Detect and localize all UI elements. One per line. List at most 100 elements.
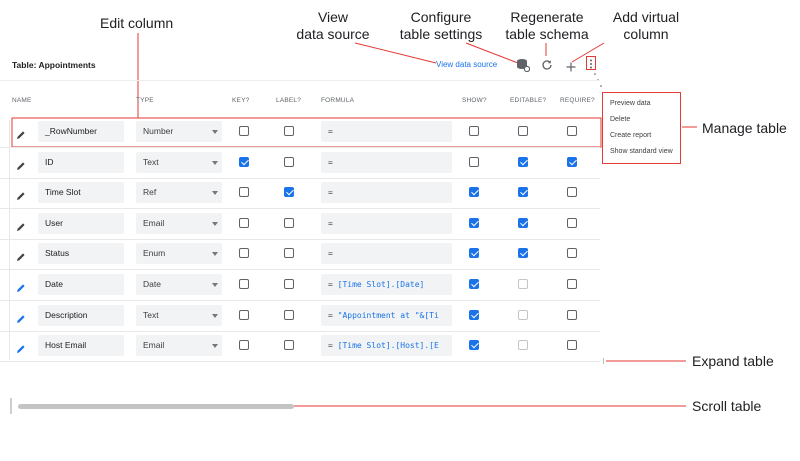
formula-field[interactable]: = <box>321 121 452 142</box>
table-row: Status Enum = <box>0 240 600 271</box>
label-checkbox[interactable] <box>284 309 294 320</box>
key-checkbox[interactable] <box>239 279 249 289</box>
editable-checkbox[interactable] <box>518 217 528 228</box>
require-checkbox[interactable] <box>567 279 577 289</box>
formula-field[interactable]: = <box>321 182 452 204</box>
key-checkbox[interactable] <box>239 248 249 259</box>
column-type-value: Text <box>143 156 159 167</box>
dropdown-caret-icon <box>212 221 218 226</box>
editable-checkbox[interactable] <box>518 156 528 167</box>
formula-field[interactable]: = "Appointment at "&[Ti <box>321 304 452 326</box>
formula-equals: = <box>328 157 333 167</box>
column-name-field[interactable]: User <box>38 212 124 234</box>
column-name-field[interactable]: Status <box>38 243 124 265</box>
edit-pencil-icon[interactable] <box>16 127 26 139</box>
formula-field[interactable]: = <box>321 151 452 173</box>
label-checkbox[interactable] <box>284 217 294 228</box>
column-name-field[interactable]: Host Email <box>38 335 124 357</box>
column-type-select[interactable]: Text <box>136 304 222 326</box>
require-checkbox[interactable] <box>567 309 577 320</box>
column-name-field[interactable]: Time Slot <box>38 182 124 204</box>
column-header-name: NAME <box>12 97 32 104</box>
edit-pencil-icon[interactable] <box>16 341 26 354</box>
database-settings-icon[interactable] <box>516 58 531 73</box>
column-type-value: Ref <box>143 187 157 198</box>
column-type-select[interactable]: Number <box>136 121 222 142</box>
refresh-icon[interactable] <box>541 58 553 70</box>
label-checkbox[interactable] <box>284 187 294 198</box>
scrollbar-track[interactable] <box>10 398 12 414</box>
formula-field[interactable]: = <box>321 212 452 234</box>
show-checkbox[interactable] <box>469 279 479 289</box>
label-checkbox[interactable] <box>284 340 294 351</box>
column-type-select[interactable]: Ref <box>136 182 222 204</box>
key-checkbox[interactable] <box>239 340 249 351</box>
label-checkbox[interactable] <box>284 279 294 289</box>
formula-field[interactable]: = <box>321 243 452 265</box>
edit-pencil-icon[interactable] <box>16 280 26 292</box>
column-type-select[interactable]: Date <box>136 274 222 295</box>
column-type-select[interactable]: Email <box>136 212 222 234</box>
column-name-field[interactable]: ID <box>38 151 124 173</box>
editable-checkbox[interactable] <box>518 126 528 136</box>
column-name-field[interactable]: _RowNumber <box>38 121 124 142</box>
column-type-value: Email <box>143 340 165 351</box>
editable-checkbox[interactable] <box>518 248 528 259</box>
label-checkbox[interactable] <box>284 248 294 259</box>
show-checkbox[interactable] <box>469 309 479 320</box>
label-checkbox[interactable] <box>284 126 294 136</box>
require-checkbox[interactable] <box>567 248 577 259</box>
formula-field[interactable]: = [Time Slot].[Host].[E <box>321 335 452 357</box>
formula-expression: [Time Slot].[Host].[E <box>337 341 439 351</box>
view-data-source-link[interactable]: View data source <box>436 60 497 69</box>
column-header-label: LABEL? <box>276 97 302 104</box>
key-checkbox[interactable] <box>239 126 249 136</box>
column-name-field[interactable]: Description <box>38 304 124 326</box>
plus-icon[interactable] <box>566 59 576 72</box>
more-vert-icon[interactable] <box>586 56 596 70</box>
edit-pencil-icon[interactable] <box>16 219 26 231</box>
edit-pencil-icon[interactable] <box>16 158 26 170</box>
column-type-select[interactable]: Text <box>136 151 222 173</box>
menu-item-show-standard-view[interactable]: Show standard view <box>610 148 673 155</box>
key-checkbox[interactable] <box>239 309 249 320</box>
show-checkbox[interactable] <box>469 248 479 259</box>
column-type-value: Email <box>143 217 165 228</box>
key-checkbox[interactable] <box>239 156 249 167</box>
require-checkbox[interactable] <box>567 217 577 228</box>
menu-dot <box>594 73 596 75</box>
show-checkbox[interactable] <box>469 187 479 198</box>
key-checkbox[interactable] <box>239 217 249 228</box>
edit-pencil-icon[interactable] <box>16 249 26 262</box>
menu-item-delete[interactable]: Delete <box>610 116 630 123</box>
menu-item-create-report[interactable]: Create report <box>610 132 651 139</box>
expand-table-handle[interactable] <box>603 358 607 364</box>
table-row: User Email = <box>0 210 600 240</box>
dropdown-caret-icon <box>212 160 218 165</box>
label-checkbox[interactable] <box>284 156 294 167</box>
menu-item-preview-data[interactable]: Preview data <box>610 100 650 107</box>
manage-table-menu: Preview data Delete Create report Show s… <box>602 92 681 164</box>
column-type-select[interactable]: Email <box>136 335 222 357</box>
column-type-value: Date <box>143 279 161 289</box>
require-checkbox[interactable] <box>567 156 577 167</box>
dropdown-caret-icon <box>212 252 218 257</box>
table-row: _RowNumber Number = <box>0 118 600 148</box>
column-name-field[interactable]: Date <box>38 274 124 295</box>
require-checkbox[interactable] <box>567 340 577 351</box>
column-type-select[interactable]: Enum <box>136 243 222 265</box>
formula-equals: = <box>328 218 333 228</box>
editable-checkbox[interactable] <box>518 187 528 198</box>
table-row: ID Text = <box>0 149 600 179</box>
require-checkbox[interactable] <box>567 187 577 198</box>
key-checkbox[interactable] <box>239 187 249 198</box>
require-checkbox[interactable] <box>567 126 577 136</box>
show-checkbox[interactable] <box>469 217 479 228</box>
show-checkbox[interactable] <box>469 156 479 167</box>
show-checkbox[interactable] <box>469 126 479 136</box>
formula-field[interactable]: = [Time Slot].[Date] <box>321 274 452 295</box>
horizontal-scrollbar[interactable] <box>18 404 294 409</box>
edit-pencil-icon[interactable] <box>16 188 26 201</box>
edit-pencil-icon[interactable] <box>16 311 26 323</box>
show-checkbox[interactable] <box>469 340 479 351</box>
